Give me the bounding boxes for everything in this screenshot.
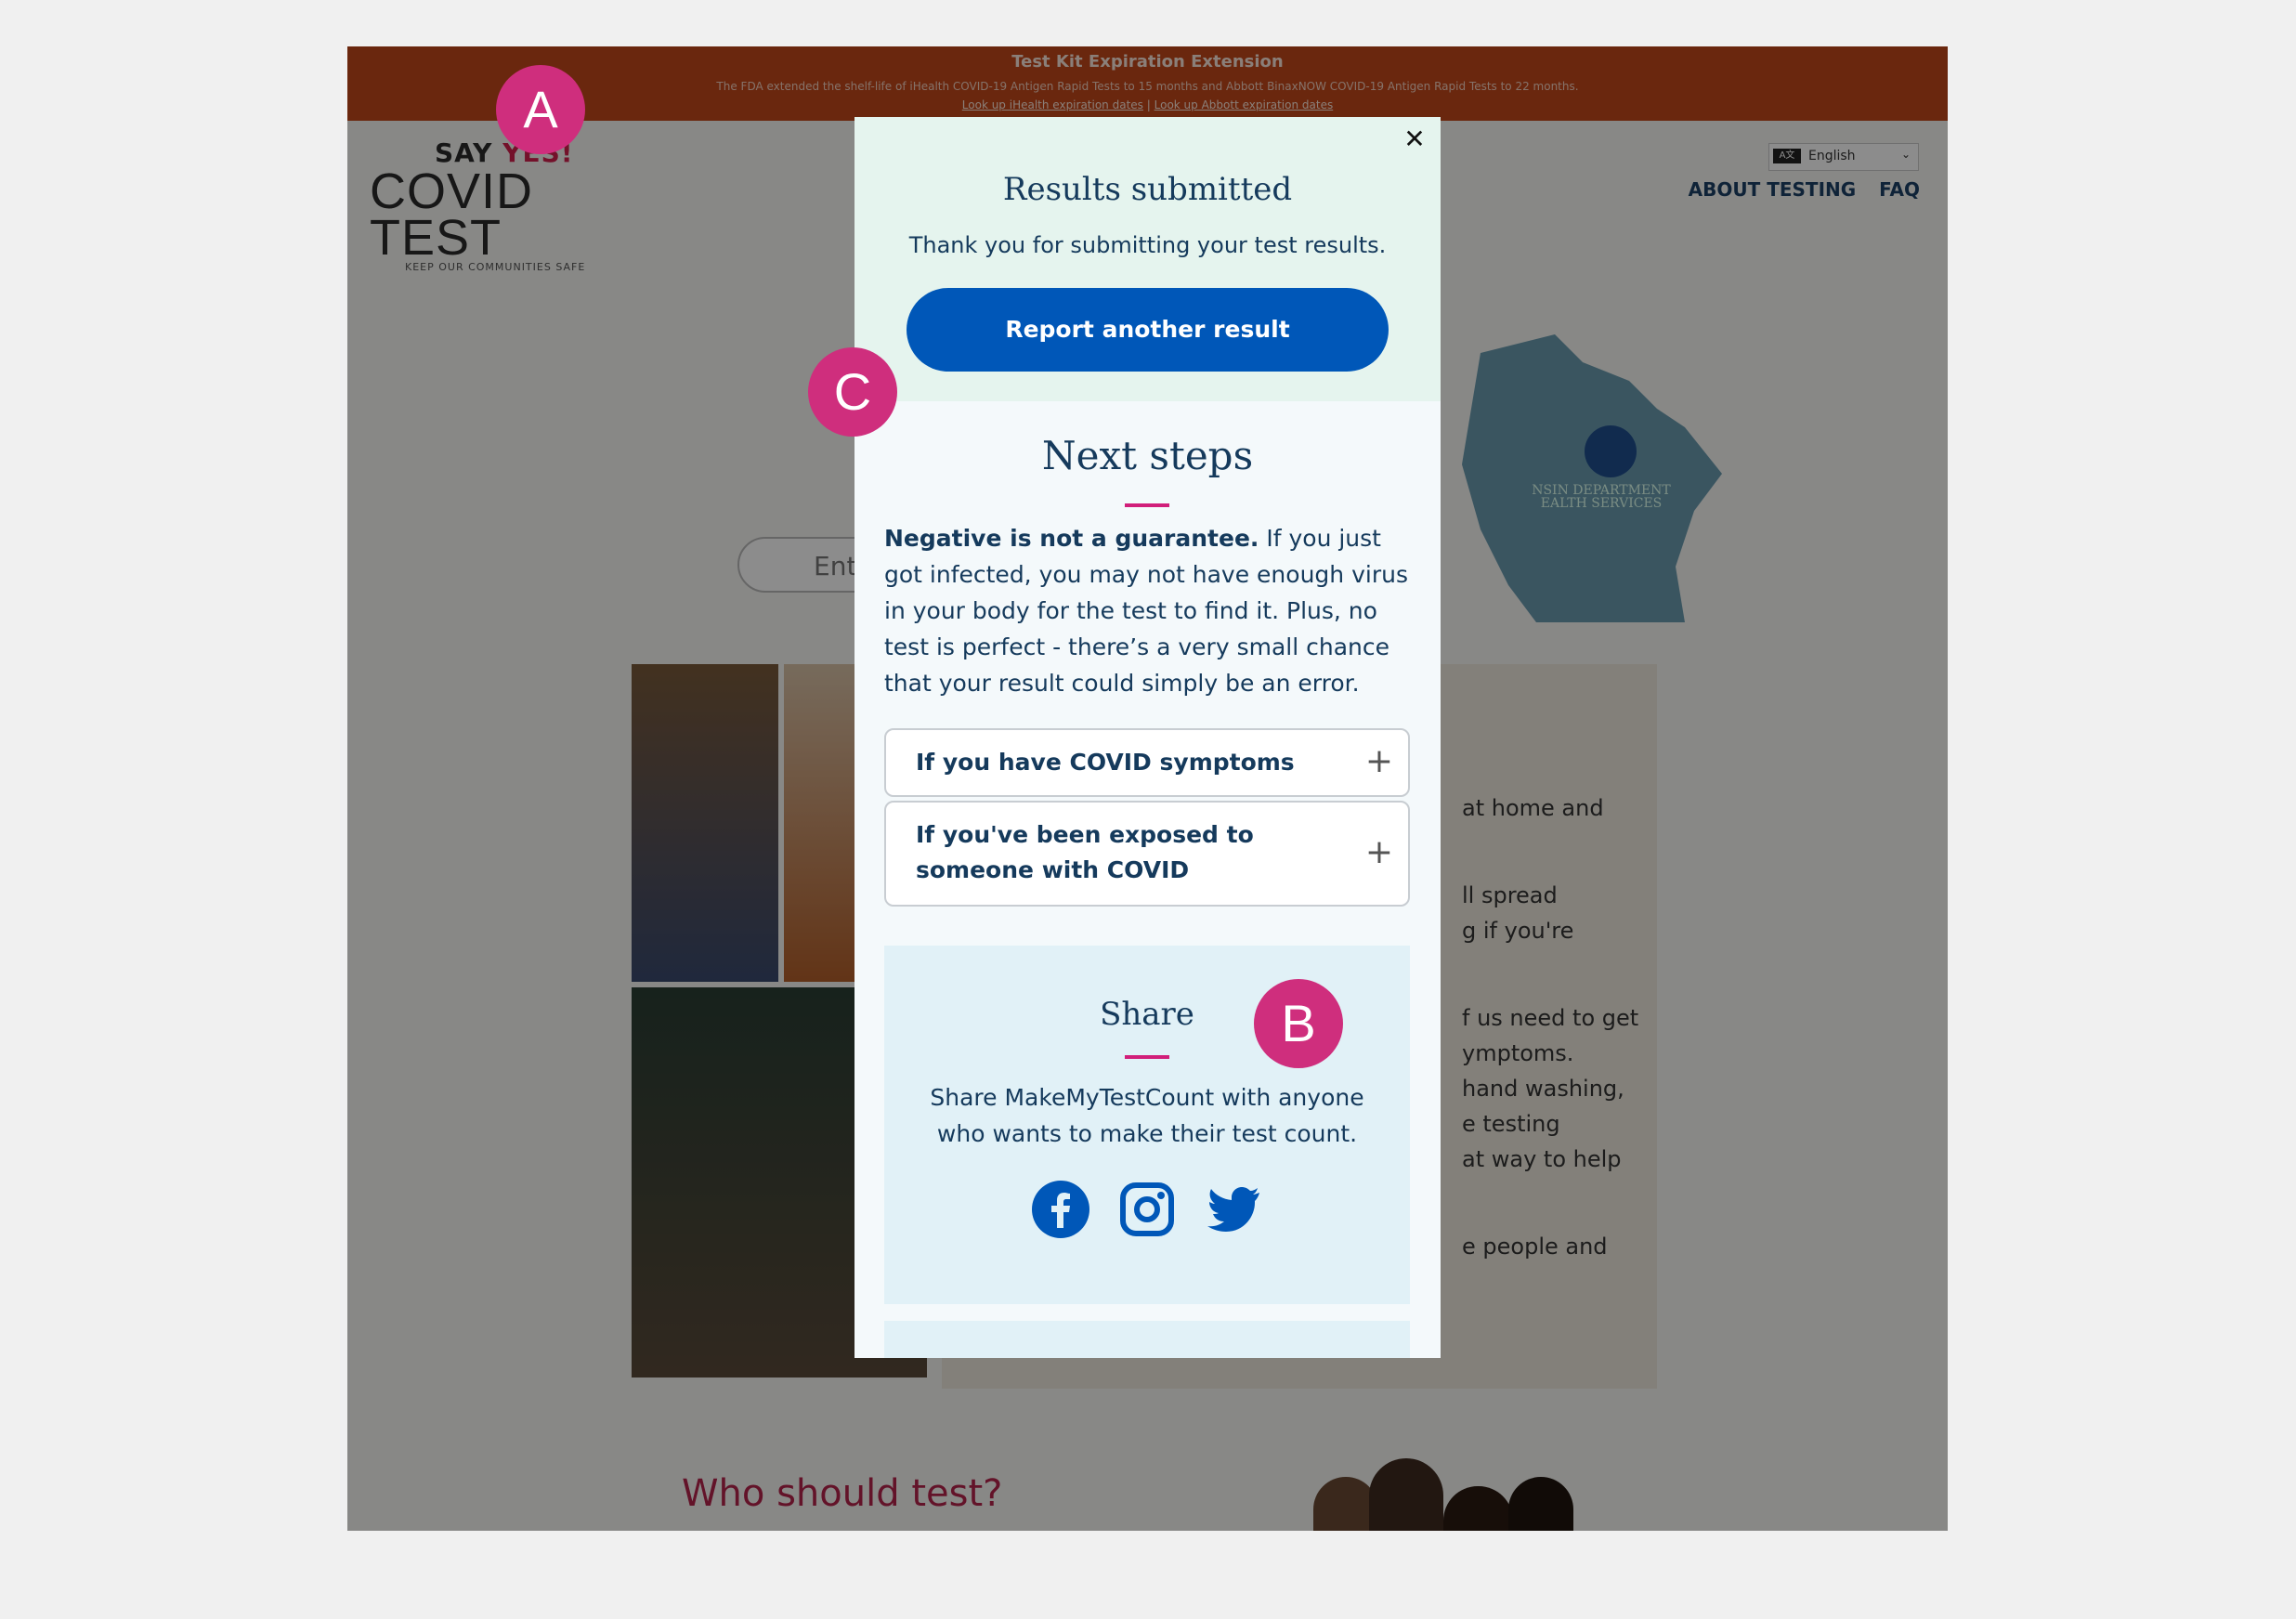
report-another-button[interactable]: Report another result bbox=[907, 288, 1389, 372]
marker-b: B bbox=[1254, 979, 1343, 1068]
close-icon[interactable]: ✕ bbox=[1400, 124, 1429, 154]
marker-c: C bbox=[808, 347, 897, 437]
accordion-exposed[interactable]: If you've been exposed to someone with C… bbox=[884, 801, 1410, 907]
negative-guarantee-text: Negative is not a guarantee. If you just… bbox=[884, 525, 1408, 697]
plus-icon: + bbox=[1364, 833, 1393, 871]
modal-title: Results submitted bbox=[1002, 171, 1293, 208]
instagram-icon[interactable] bbox=[1117, 1180, 1177, 1239]
next-steps-title: Next steps bbox=[1041, 433, 1254, 478]
accordion-label: If you have COVID symptoms bbox=[916, 749, 1295, 776]
modal-header: ✕ Results submitted Thank you for submit… bbox=[854, 117, 1441, 401]
share-text: Share MakeMyTestCount with anyone who wa… bbox=[930, 1084, 1364, 1147]
results-modal: ✕ Results submitted Thank you for submit… bbox=[854, 117, 1441, 1358]
facebook-icon[interactable] bbox=[1031, 1180, 1090, 1239]
share-accent bbox=[1125, 1055, 1169, 1059]
next-section bbox=[884, 1321, 1410, 1358]
marker-a: A bbox=[496, 65, 585, 154]
thanks-text: Thank you for submitting your test resul… bbox=[908, 232, 1387, 258]
accordion-label: If you've been exposed to someone with C… bbox=[916, 821, 1254, 883]
accordion-covid-symptoms[interactable]: If you have COVID symptoms + bbox=[884, 728, 1410, 797]
next-steps-accent bbox=[1125, 503, 1169, 507]
twitter-icon[interactable] bbox=[1204, 1180, 1263, 1239]
plus-icon: + bbox=[1364, 742, 1393, 780]
